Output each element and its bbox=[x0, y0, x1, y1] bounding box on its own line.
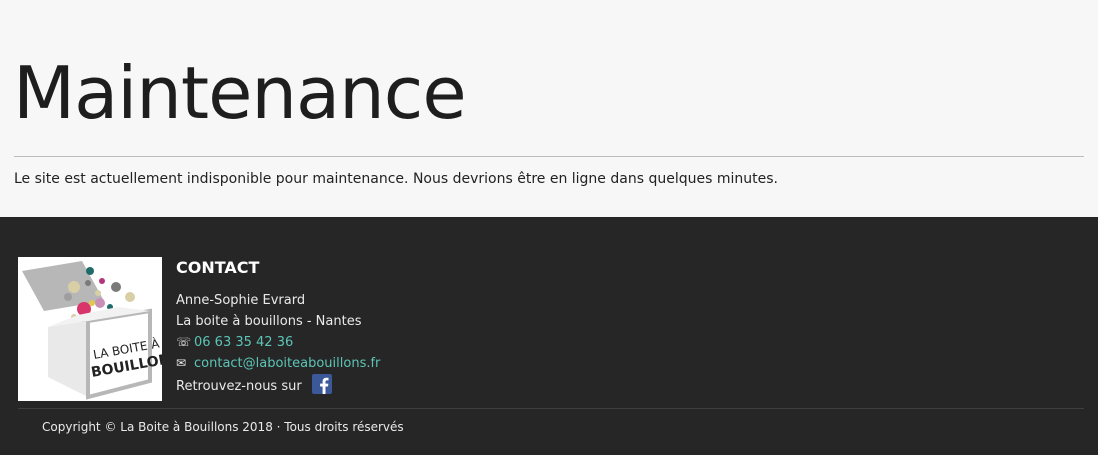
email-link[interactable]: contact@laboiteabouillons.fr bbox=[194, 356, 380, 371]
copyright-text: Copyright © La Boite à Bouillons 2018 · … bbox=[42, 420, 404, 434]
contact-phone-row: ☏ 06 63 35 42 36 bbox=[176, 332, 380, 353]
phone-icon: ☏ bbox=[176, 335, 192, 349]
maintenance-section: Maintenance Le site est actuellement ind… bbox=[0, 0, 1098, 217]
title-divider bbox=[14, 156, 1084, 157]
maintenance-message: Le site est actuellement indisponible po… bbox=[14, 171, 778, 187]
contact-block: CONTACT Anne-Sophie Evrard La boite à bo… bbox=[176, 256, 380, 397]
contact-heading: CONTACT bbox=[176, 258, 260, 277]
social-label: Retrouvez-nous sur bbox=[176, 379, 302, 394]
contact-email-row: ✉ contact@laboiteabouillons.fr bbox=[176, 353, 380, 374]
footer-divider bbox=[18, 408, 1084, 409]
footer: LA BOITE À BOUILLONS CONTACT Anne-Sophie… bbox=[0, 217, 1098, 455]
facebook-icon[interactable] bbox=[311, 374, 332, 394]
phone-link[interactable]: 06 63 35 42 36 bbox=[194, 335, 293, 350]
logo: LA BOITE À BOUILLONS bbox=[18, 257, 182, 401]
envelope-icon: ✉ bbox=[176, 356, 187, 370]
contact-name: Anne-Sophie Evrard bbox=[176, 293, 306, 308]
page-title: Maintenance bbox=[13, 51, 467, 135]
social-row: Retrouvez-nous sur bbox=[176, 374, 380, 397]
contact-company: La boite à bouillons - Nantes bbox=[176, 314, 362, 329]
box-logo-graphic: LA BOITE À BOUILLONS bbox=[22, 261, 182, 400]
